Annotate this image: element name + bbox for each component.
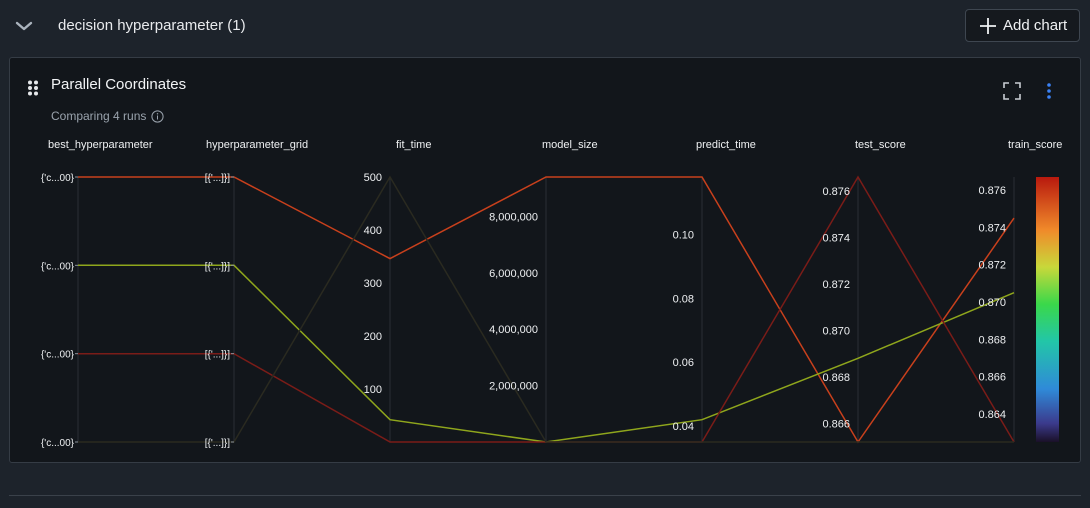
tick-label: 0.874 bbox=[978, 222, 1006, 234]
tick-label: 0.874 bbox=[822, 232, 850, 244]
axis-title: fit_time bbox=[396, 139, 431, 151]
tick-label: 0.870 bbox=[978, 297, 1006, 309]
colorbar bbox=[1036, 177, 1059, 442]
tick-label: 4,000,000 bbox=[489, 324, 538, 336]
tick-label: 0.08 bbox=[673, 293, 694, 305]
tick-label: 0.868 bbox=[978, 334, 1006, 346]
tick-label: 400 bbox=[364, 225, 382, 237]
tick-label: 0.876 bbox=[822, 186, 850, 198]
tick-label: 100 bbox=[364, 384, 382, 396]
tick-label: 0.870 bbox=[822, 325, 850, 337]
tick-label: [{'...]}] bbox=[205, 173, 230, 184]
tick-label: 6,000,000 bbox=[489, 268, 538, 280]
tick-label: [{'...]}] bbox=[205, 350, 230, 361]
tick-label: 0.868 bbox=[822, 372, 850, 384]
tick-label: 0.06 bbox=[673, 357, 694, 369]
tick-label: 0.872 bbox=[978, 260, 1006, 272]
tick-label: [{'...]}] bbox=[205, 261, 230, 272]
tick-label: 8,000,000 bbox=[489, 211, 538, 223]
tick-label: 0.866 bbox=[978, 372, 1006, 384]
axis-title: hyperparameter_grid bbox=[206, 139, 308, 151]
axis-title: best_hyperparameter bbox=[48, 139, 153, 151]
tick-label: 0.876 bbox=[978, 185, 1006, 197]
tick-label: {'c...00} bbox=[41, 173, 75, 184]
tick-label: [{'...]}] bbox=[205, 438, 230, 449]
tick-label: {'c...00} bbox=[41, 261, 75, 272]
tick-label: 0.872 bbox=[822, 279, 850, 291]
tick-label: 2,000,000 bbox=[489, 381, 538, 393]
axis-title: model_size bbox=[542, 139, 598, 151]
divider bbox=[9, 495, 1081, 496]
tick-label: 0.10 bbox=[673, 229, 694, 241]
axis-title: test_score bbox=[855, 139, 906, 151]
tick-label: 500 bbox=[364, 172, 382, 184]
tick-label: {'c...00} bbox=[41, 350, 75, 361]
tick-label: 0.04 bbox=[673, 421, 694, 433]
axis-title: predict_time bbox=[696, 139, 756, 151]
tick-label: {'c...00} bbox=[41, 438, 75, 449]
axis-title: train_score bbox=[1008, 139, 1062, 151]
parallel-coordinates-chart: best_hyperparameter hyperparameter_grid fi… bbox=[41, 139, 1062, 449]
tick-label: 200 bbox=[364, 331, 382, 343]
tick-label: 0.864 bbox=[978, 409, 1006, 421]
tick-label: 0.866 bbox=[822, 418, 850, 430]
tick-label: 300 bbox=[364, 278, 382, 290]
